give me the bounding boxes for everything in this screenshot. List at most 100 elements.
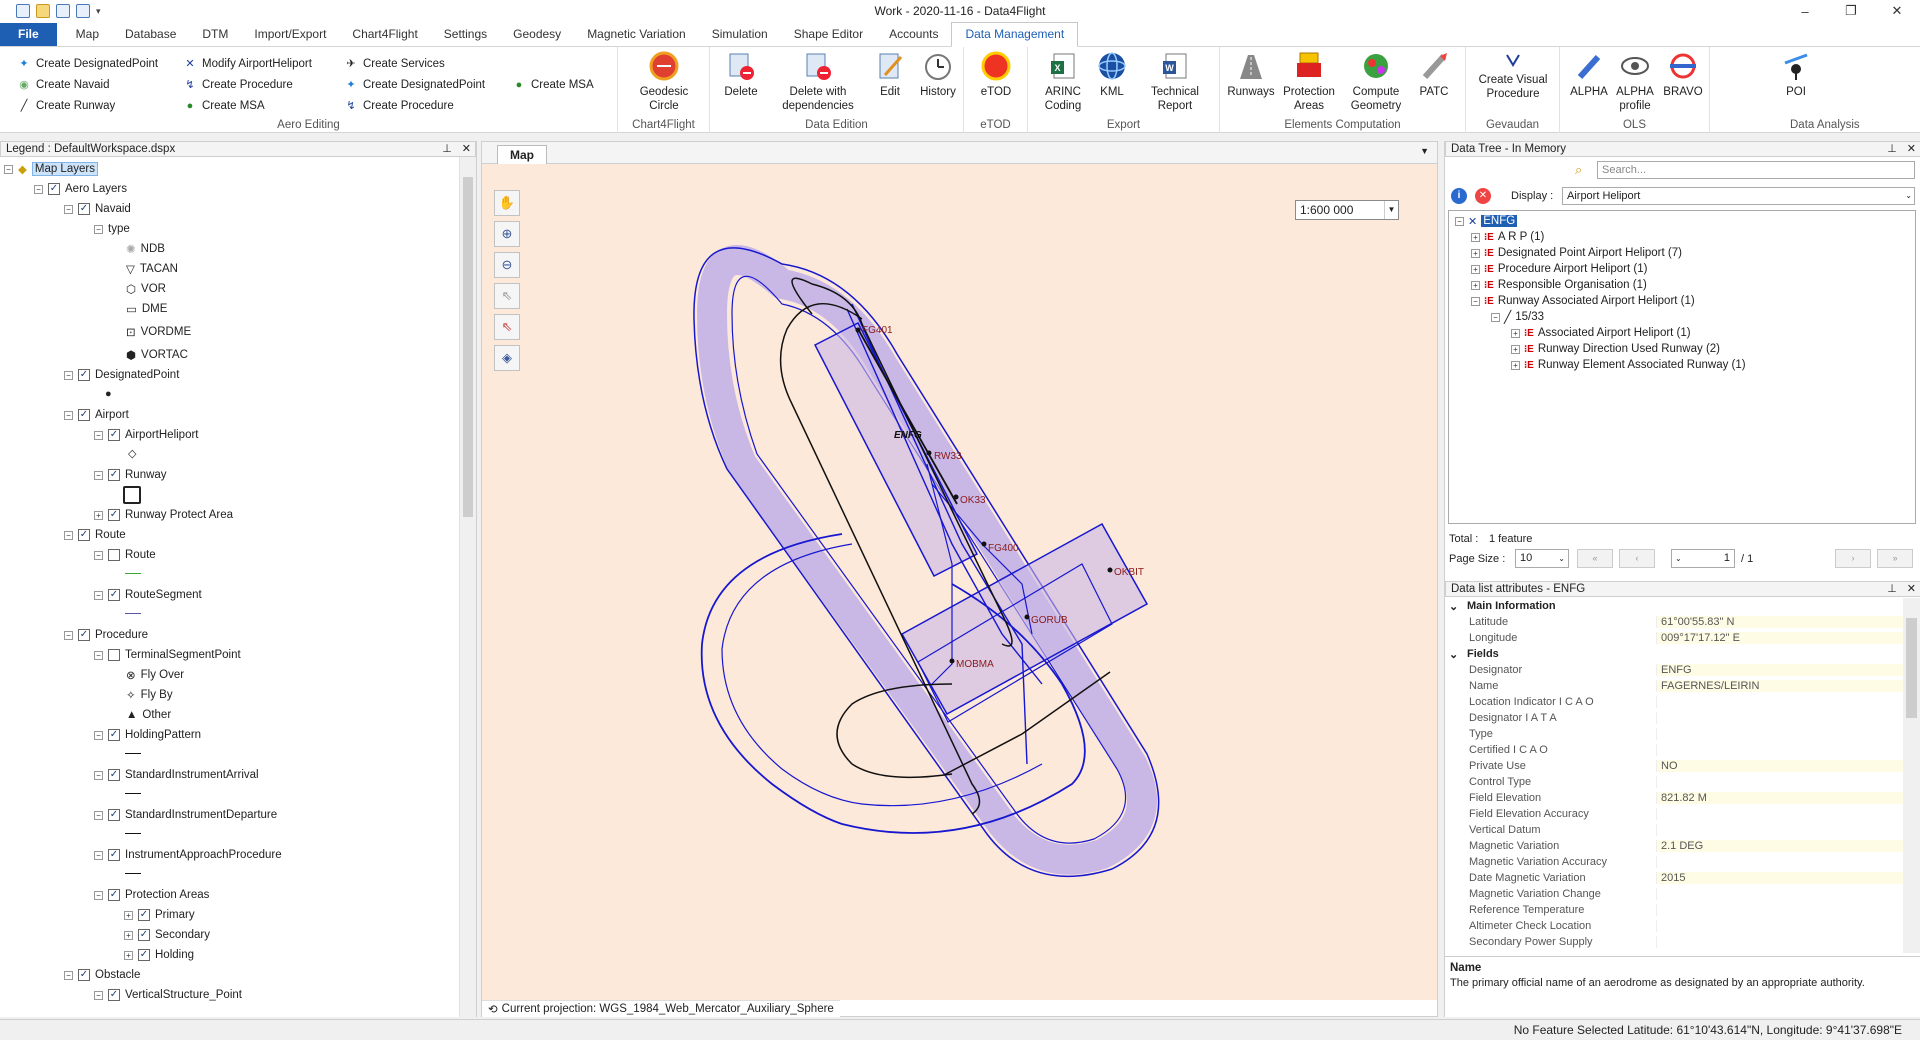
search-icon[interactable]: ⌕ (1575, 162, 1582, 178)
checkbox-checked[interactable]: ✓ (108, 989, 120, 1001)
tree-node-procedure[interactable]: − ✓ Procedure (64, 626, 148, 644)
search-input[interactable]: Search... (1597, 161, 1915, 179)
checkbox-checked[interactable]: ✓ (138, 929, 150, 941)
alpha-button[interactable]: ALPHA (1568, 50, 1610, 99)
map-canvas[interactable]: FG401 ENFG RW33 OK33 FG400 OKBIT GORUB M… (482, 164, 1437, 1000)
collapse-icon[interactable]: − (94, 590, 103, 600)
first-page-button[interactable]: « (1577, 549, 1613, 568)
page-size-select[interactable]: 10 ⌄ (1515, 549, 1569, 568)
tab-magnetic-variation[interactable]: Magnetic Variation (574, 23, 699, 46)
clear-selection-tool[interactable]: ⇖ (494, 314, 520, 340)
chevron-down-icon[interactable]: ⌄ (1905, 188, 1912, 204)
category-main-information[interactable]: ⌄ Main Information (1445, 598, 1903, 614)
tab-dtm[interactable]: DTM (189, 23, 241, 46)
poi-button[interactable]: POI (1776, 50, 1816, 99)
create-msa-2-button[interactable]: ● Create MSA (513, 75, 594, 95)
checkbox-checked[interactable]: ✓ (78, 409, 90, 421)
create-designated-point-button[interactable]: ✦ Create DesignatedPoint (18, 54, 158, 74)
collapse-icon[interactable]: − (64, 530, 73, 540)
pin-icon[interactable]: ⊥ (442, 142, 452, 155)
save-icon[interactable] (56, 4, 70, 18)
info-icon[interactable]: i (1451, 188, 1467, 204)
collapse-icon[interactable]: − (94, 850, 103, 860)
property-row[interactable]: Designator I A T A (1445, 710, 1903, 726)
tree-node-navaid[interactable]: − ✓ Navaid (64, 200, 131, 218)
delete-button[interactable]: Delete (716, 50, 766, 99)
tree-node-route-segment[interactable]: − ✓ RouteSegment (94, 586, 202, 604)
checkbox-checked[interactable]: ✓ (78, 203, 90, 215)
expand-icon[interactable]: + (1471, 232, 1480, 242)
collapse-icon[interactable]: − (1455, 216, 1464, 226)
tree-root-enfg[interactable]: − ✕ ENFG (1455, 213, 1518, 229)
zoom-in-tool[interactable]: ⊕ (494, 221, 520, 247)
expand-icon[interactable]: + (1511, 344, 1520, 354)
runways-button[interactable]: Runways (1224, 50, 1278, 99)
save-as-icon[interactable] (76, 4, 90, 18)
property-row[interactable]: Location Indicator I C A O (1445, 694, 1903, 710)
property-row[interactable]: Date Magnetic Variation 2015 (1445, 870, 1903, 886)
expand-icon[interactable]: + (1471, 264, 1480, 274)
collapse-icon[interactable]: − (1491, 312, 1500, 322)
property-row[interactable]: Vertical Datum (1445, 822, 1903, 838)
create-procedure-button[interactable]: ↯ Create Procedure (184, 75, 292, 95)
property-row[interactable]: Certified I C A O (1445, 742, 1903, 758)
property-row[interactable]: Secondary Power Supply (1445, 934, 1903, 950)
expand-icon[interactable]: + (124, 910, 133, 920)
tab-simulation[interactable]: Simulation (699, 23, 781, 46)
tree-node-star[interactable]: − ✓ StandardInstrumentArrival (94, 766, 259, 784)
pin-icon[interactable]: ⊥ (1887, 142, 1897, 155)
collapse-icon[interactable]: − (64, 970, 73, 980)
category-fields[interactable]: ⌄ Fields (1445, 646, 1903, 662)
chevron-down-icon[interactable]: ▼ (1384, 201, 1398, 219)
chevron-down-icon[interactable]: ⌄ (1445, 600, 1459, 613)
expand-icon[interactable]: + (124, 950, 133, 960)
tree-node-type[interactable]: − type (94, 220, 130, 238)
tab-database[interactable]: Database (112, 23, 189, 46)
tree-item-runway-associated[interactable]: − ⁝E Runway Associated Airport Heliport (1… (1471, 293, 1695, 309)
tab-geodesy[interactable]: Geodesy (500, 23, 574, 46)
tree-item-responsible-org[interactable]: + ⁝E Responsible Organisation (1) (1471, 277, 1647, 293)
select-tool[interactable]: ⇖ (494, 283, 520, 309)
collapse-icon[interactable]: − (94, 890, 103, 900)
create-visual-procedure-button[interactable]: Create Visual Procedure (1474, 50, 1552, 101)
collapse-icon[interactable]: − (64, 410, 73, 420)
tree-item-designated-point[interactable]: + ⁝E Designated Point Airport Heliport (7) (1471, 245, 1682, 261)
collapse-icon[interactable]: − (94, 224, 103, 234)
create-services-button[interactable]: ✈ Create Services (345, 54, 444, 74)
page-number-input[interactable]: ⌄ 1 (1671, 549, 1735, 568)
close-panel-icon[interactable]: ✕ (1907, 142, 1916, 155)
tree-node-sid[interactable]: − ✓ StandardInstrumentDeparture (94, 806, 277, 824)
tab-data-management[interactable]: Data Management (951, 22, 1079, 47)
checkbox-unchecked[interactable] (108, 549, 120, 561)
checkbox-checked[interactable]: ✓ (138, 909, 150, 921)
arinc-coding-button[interactable]: X ARINC Coding (1040, 50, 1086, 113)
collapse-icon[interactable]: − (94, 470, 103, 480)
tree-node-iap[interactable]: − ✓ InstrumentApproachProcedure (94, 846, 282, 864)
tree-item-runway-direction[interactable]: + ⁝E Runway Direction Used Runway (2) (1511, 341, 1720, 357)
tree-node-runway-protect-area[interactable]: + ✓ Runway Protect Area (94, 506, 233, 524)
next-page-button[interactable]: › (1835, 549, 1871, 568)
edit-button[interactable]: Edit (868, 50, 912, 99)
last-page-button[interactable]: » (1877, 549, 1913, 568)
checkbox-unchecked[interactable] (108, 649, 120, 661)
maximize-button[interactable]: ❐ (1828, 0, 1874, 22)
checkbox-checked[interactable]: ✓ (108, 889, 120, 901)
close-panel-icon[interactable]: ✕ (462, 142, 471, 155)
checkbox-checked[interactable]: ✓ (78, 369, 90, 381)
checkbox-checked[interactable]: ✓ (108, 469, 120, 481)
display-select[interactable]: Airport Heliport ⌄ (1562, 187, 1915, 205)
tree-item-runway-15-33[interactable]: − ╱ 15/33 (1491, 309, 1544, 325)
tree-node-holding[interactable]: + ✓ Holding (124, 946, 194, 964)
property-row[interactable]: Magnetic Variation 2.1 DEG (1445, 838, 1903, 854)
tab-accounts[interactable]: Accounts (876, 23, 951, 46)
close-button[interactable]: ✕ (1874, 0, 1920, 22)
checkbox-checked[interactable]: ✓ (108, 769, 120, 781)
attributes-scrollbar[interactable] (1903, 598, 1920, 953)
create-runway-button[interactable]: ╱ Create Runway (18, 96, 116, 116)
legend-scrollbar[interactable] (459, 157, 476, 1017)
property-row[interactable]: Field Elevation Accuracy (1445, 806, 1903, 822)
collapse-icon[interactable]: − (94, 990, 103, 1000)
expand-icon[interactable]: + (1471, 280, 1480, 290)
patc-button[interactable]: PATC (1412, 50, 1456, 99)
kml-button[interactable]: KML (1092, 50, 1132, 99)
